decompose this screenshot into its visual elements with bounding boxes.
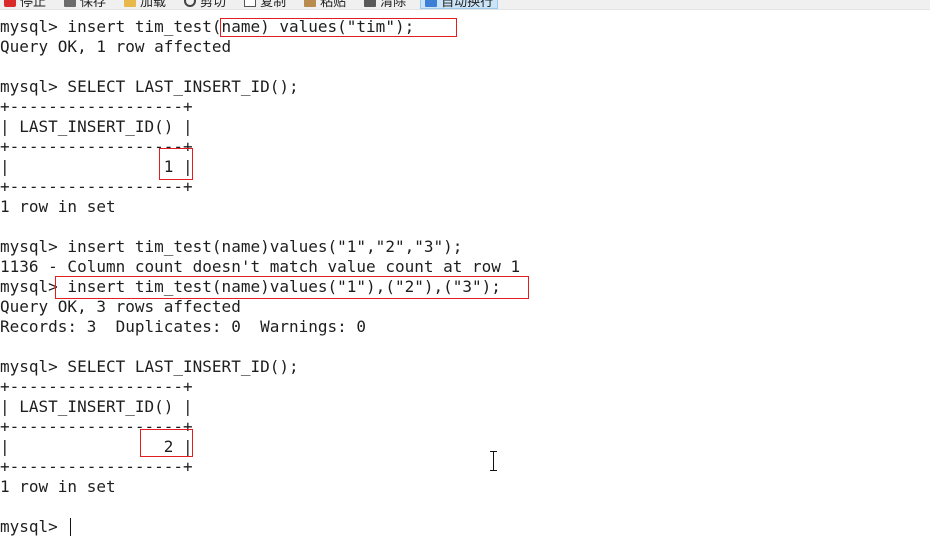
wrap-icon [425, 0, 438, 7]
terminal-line: Records: 3 Duplicates: 0 Warnings: 0 [0, 317, 367, 336]
text-caret [70, 518, 71, 536]
paste-button[interactable]: 粘贴 [300, 0, 350, 9]
copy-icon [244, 0, 257, 7]
terminal-line: mysql> SELECT LAST_INSERT_ID(); [0, 357, 299, 376]
word-wrap-toggle[interactable]: 自动换行 [420, 0, 499, 9]
paste-icon [304, 0, 317, 7]
trash-icon [364, 0, 377, 7]
terminal-line: Query OK, 1 row affected [0, 37, 232, 56]
terminal-line: 1 row in set [0, 197, 116, 216]
terminal-line: mysql> SELECT LAST_INSERT_ID(); [0, 77, 299, 96]
highlight-box [159, 148, 193, 180]
word-wrap-label: 自动换行 [441, 0, 494, 9]
highlight-box [55, 276, 529, 299]
paste-label: 粘贴 [320, 0, 347, 9]
terminal-output[interactable]: mysql> insert tim_test(name) values("tim… [0, 0, 930, 557]
terminal-line: +------------------+ [0, 457, 193, 476]
terminal-line: 1136 - Column count doesn't match value … [0, 257, 521, 276]
terminal-line: +------------------+ [0, 177, 193, 196]
terminal-line: | LAST_INSERT_ID() | [0, 117, 193, 136]
terminal-line: Query OK, 3 rows affected [0, 297, 241, 316]
save-button[interactable]: 保存 [60, 0, 110, 9]
toolbar: 停止 保存 加载 剪切 复制 粘贴 清除 自动换行 [0, 0, 930, 10]
stop-button[interactable]: 停止 [0, 0, 50, 9]
stop-icon [4, 0, 16, 7]
scissors-icon [184, 0, 197, 7]
save-label: 保存 [80, 0, 107, 9]
stop-label: 停止 [20, 0, 47, 9]
highlight-box [140, 429, 193, 457]
copy-label: 复制 [260, 0, 287, 9]
clear-button[interactable]: 清除 [360, 0, 410, 9]
terminal-line: +------------------+ [0, 377, 193, 396]
highlight-box [220, 18, 457, 37]
terminal-line: mysql> insert tim_test(name)values("1","… [0, 237, 463, 256]
cut-button[interactable]: 剪切 [180, 0, 230, 9]
ibeam-cursor-icon [489, 451, 498, 471]
terminal-line: | LAST_INSERT_ID() | [0, 397, 193, 416]
save-icon [64, 0, 77, 7]
load-label: 加载 [140, 0, 167, 9]
terminal-prompt: mysql> [0, 517, 68, 536]
terminal-line: +------------------+ [0, 97, 193, 116]
copy-button[interactable]: 复制 [240, 0, 290, 9]
cut-label: 剪切 [200, 0, 227, 9]
terminal-line: 1 row in set [0, 477, 116, 496]
folder-icon [124, 0, 137, 7]
clear-label: 清除 [380, 0, 407, 9]
load-button[interactable]: 加载 [120, 0, 170, 9]
